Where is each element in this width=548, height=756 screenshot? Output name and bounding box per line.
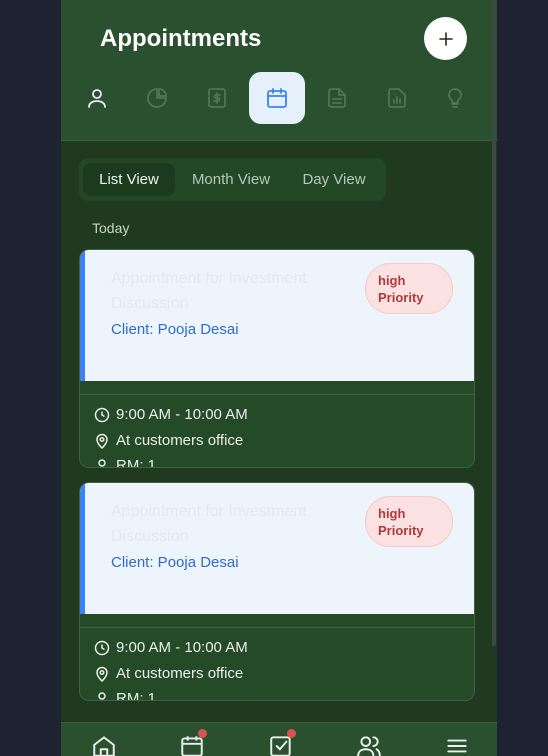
- add-appointment-button[interactable]: [424, 17, 467, 60]
- notification-badge: [198, 729, 207, 738]
- appointment-title: Appointment for Investment Discussion: [111, 270, 307, 312]
- person-icon: [98, 458, 106, 467]
- appointment-card-header: Appointment for Investment Discussion Cl…: [80, 483, 474, 614]
- tab-calendar[interactable]: [179, 729, 207, 756]
- bottom-tab-bar: [61, 722, 497, 756]
- section-icon-bar: [61, 72, 497, 124]
- time-text: 9:00 AM - 10:00 AM: [116, 639, 248, 656]
- header: Appointments: [61, 0, 497, 141]
- clock-icon: [94, 407, 110, 422]
- notification-badge: [287, 729, 296, 738]
- nav-appointments[interactable]: [249, 72, 305, 124]
- nav-insights[interactable]: [427, 72, 483, 124]
- section-label: Today: [92, 220, 130, 236]
- document-icon: [328, 88, 346, 108]
- rm-text: RM: 1: [116, 690, 157, 701]
- user-icon: [88, 89, 106, 108]
- bar-chart-icon: [388, 88, 406, 108]
- tab-home[interactable]: [91, 733, 119, 756]
- tab-month-view[interactable]: Month View: [179, 163, 283, 196]
- rm-text: RM: 1: [116, 457, 157, 468]
- appointment-details: 9:00 AM - 10:00 AM At customers office R…: [80, 614, 474, 701]
- appointment-details: 9:00 AM - 10:00 AM At customers office R…: [80, 381, 474, 468]
- pie-chart-icon: [147, 88, 167, 108]
- time-text: 9:00 AM - 10:00 AM: [116, 406, 248, 423]
- location-text: At customers office: [116, 665, 244, 682]
- tab-day-view[interactable]: Day View: [287, 163, 381, 196]
- appointment-title: Appointment for Investment Discussion: [111, 503, 307, 545]
- appointment-location: At customers office: [94, 665, 243, 682]
- menu-icon: [447, 739, 467, 753]
- nav-reports[interactable]: [369, 72, 425, 124]
- nav-billing[interactable]: [189, 72, 245, 124]
- tab-tasks[interactable]: [268, 729, 296, 756]
- priority-badge: high Priority: [365, 496, 453, 547]
- location-text: At customers office: [116, 432, 244, 449]
- appointment-time: 9:00 AM - 10:00 AM: [94, 639, 248, 656]
- scrollbar[interactable]: [492, 0, 496, 646]
- appointment-card[interactable]: Appointment for Investment Discussion Cl…: [79, 249, 475, 468]
- nav-documents[interactable]: [309, 72, 365, 124]
- client-name: Client: Pooja Desai: [111, 321, 239, 338]
- person-icon: [98, 691, 106, 700]
- tab-list-view[interactable]: List View: [83, 163, 175, 196]
- nav-profile[interactable]: [69, 72, 125, 124]
- lightbulb-icon: [448, 88, 462, 108]
- clock-icon: [94, 640, 110, 655]
- appointment-time: 9:00 AM - 10:00 AM: [94, 406, 248, 423]
- divider: [80, 394, 474, 395]
- view-switcher: List View Month View Day View: [79, 158, 386, 201]
- appointment-card-header: Appointment for Investment Discussion Cl…: [80, 250, 474, 381]
- appointment-location: At customers office: [94, 432, 243, 449]
- tab-menu[interactable]: [444, 733, 472, 756]
- appointment-rm: RM: 1: [94, 690, 157, 701]
- app-screen: Appointments List View Month View Day Vi…: [61, 0, 497, 756]
- appointment-card[interactable]: Appointment for Investment Discussion Cl…: [79, 482, 475, 701]
- priority-badge: high Priority: [365, 263, 453, 314]
- location-pin-icon: [96, 666, 108, 682]
- clients-icon: [357, 736, 381, 756]
- nav-portfolio[interactable]: [129, 72, 185, 124]
- page-title: Appointments: [100, 25, 262, 52]
- tab-clients[interactable]: [356, 733, 384, 756]
- home-icon: [93, 736, 115, 756]
- plus-icon: [438, 31, 453, 46]
- location-pin-icon: [96, 433, 108, 449]
- dollar-document-icon: [208, 88, 226, 108]
- appointment-rm: RM: 1: [94, 457, 157, 468]
- calendar-icon: [267, 88, 287, 108]
- client-name: Client: Pooja Desai: [111, 554, 239, 571]
- divider: [80, 627, 474, 628]
